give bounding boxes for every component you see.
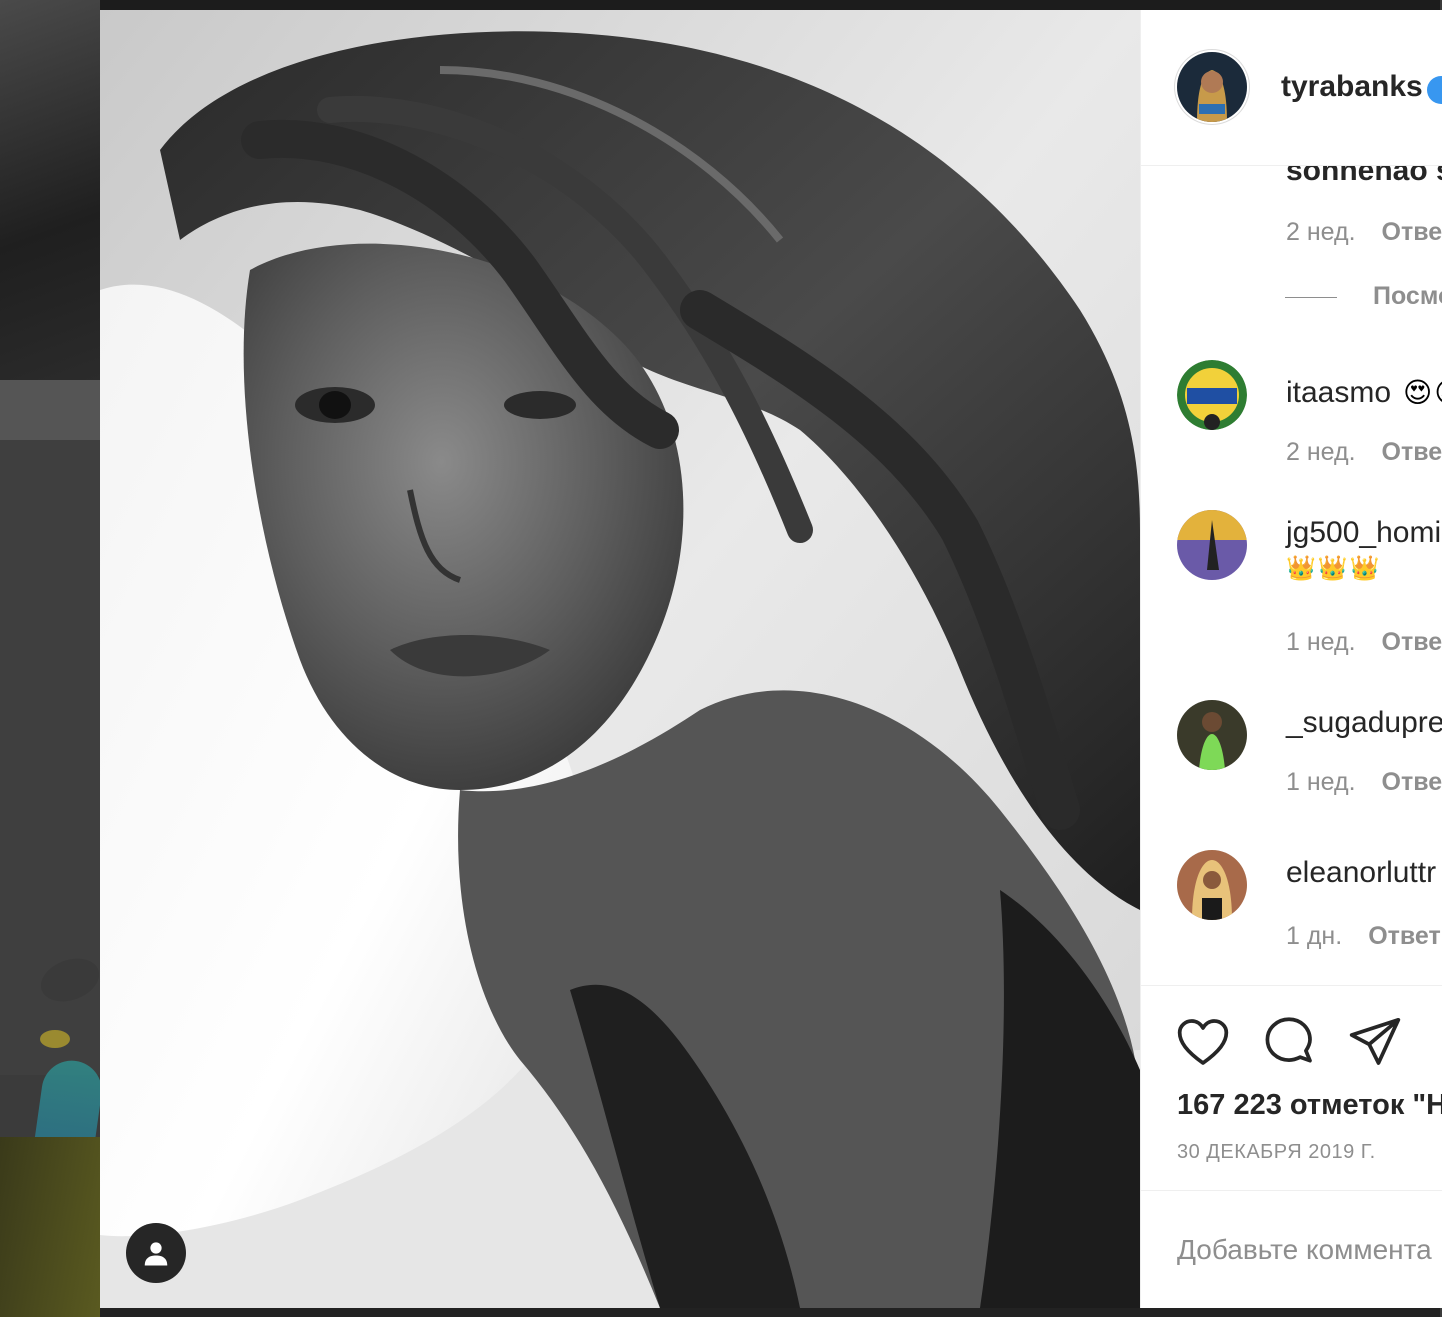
comment-meta: 2 нед. Ответ	[1286, 438, 1442, 467]
background-strip	[100, 1308, 1440, 1317]
reply-button[interactable]: Отве	[1382, 768, 1442, 796]
bird-image-part	[34, 950, 106, 1010]
likes-count[interactable]: 167 223 отметок "Н	[1177, 1089, 1442, 1122]
share-button[interactable]	[1347, 1014, 1403, 1070]
user-tag-icon	[144, 1242, 168, 1266]
background-tile[interactable]	[0, 0, 100, 380]
author-avatar[interactable]	[1177, 52, 1247, 122]
post-header: tyrabanks	[1141, 10, 1442, 166]
comment-time[interactable]: 1 дн.	[1286, 922, 1342, 950]
comment-time[interactable]: 2 нед.	[1286, 438, 1356, 466]
portrait-photo	[100, 10, 1140, 1308]
post-actions: 167 223 отметок "Н 30 ДЕКАБРЯ 2019 Г.	[1141, 985, 1442, 1196]
comment-username[interactable]: _sugadupre	[1286, 706, 1442, 740]
avatar-image	[1177, 52, 1247, 122]
post-sidebar: tyrabanks sonnenao s 2 нед.Ответ Посмо	[1140, 10, 1442, 1308]
reply-button[interactable]: Ответ	[1382, 218, 1442, 246]
post-date[interactable]: 30 ДЕКАБРЯ 2019 Г.	[1177, 1141, 1376, 1164]
background-tile[interactable]	[0, 440, 106, 1264]
comment-time[interactable]: 1 нед.	[1286, 768, 1356, 796]
comment-meta: 1 нед. Отве	[1286, 628, 1442, 657]
add-comment-input[interactable]	[1175, 1229, 1442, 1271]
leaf-image-part	[40, 1030, 70, 1048]
comment-time[interactable]: 2 нед.	[1286, 218, 1356, 246]
comment-meta: 2 нед. Ответ	[1286, 218, 1442, 247]
commenter-avatar[interactable]	[1177, 700, 1247, 770]
comment-text: 😍😍	[1403, 377, 1442, 408]
post-modal: tyrabanks sonnenao s 2 нед.Ответ Посмо	[100, 10, 1442, 1308]
reply-button[interactable]: Ответ	[1368, 922, 1441, 950]
background-tile[interactable]	[0, 380, 100, 440]
paper-plane-icon	[1349, 1017, 1401, 1065]
background-tile[interactable]	[0, 1137, 100, 1317]
comment-meta: 1 нед. Отве	[1286, 768, 1442, 797]
like-button[interactable]	[1175, 1014, 1231, 1070]
comment-button[interactable]	[1261, 1014, 1317, 1070]
verified-badge-icon	[1427, 76, 1442, 104]
avatar-image	[1177, 700, 1247, 770]
comment-username[interactable]: jg500_homi	[1286, 516, 1441, 550]
comment-bubble-icon	[1265, 1017, 1312, 1063]
comment-text: 👑👑👑	[1286, 555, 1382, 582]
commenter-avatar[interactable]	[1177, 510, 1247, 580]
tagged-users-button[interactable]	[126, 1223, 186, 1283]
reply-button[interactable]: Ответ	[1382, 438, 1442, 466]
comment-username[interactable]: eleanorluttr	[1286, 856, 1436, 890]
reply-button[interactable]: Отве	[1382, 628, 1442, 656]
avatar-image	[1177, 360, 1247, 430]
heart-icon	[1177, 1019, 1229, 1065]
comment-username[interactable]: itaasmo	[1286, 376, 1391, 410]
view-replies-label: Посмо	[1373, 282, 1442, 310]
commenter-avatar[interactable]	[1177, 360, 1247, 430]
comment-meta: 1 дн. Ответ	[1286, 922, 1441, 951]
commenter-avatar[interactable]	[1177, 850, 1247, 920]
add-comment-bar	[1141, 1190, 1442, 1308]
avatar-image	[1177, 850, 1247, 920]
background-strip	[100, 0, 1440, 10]
post-photo[interactable]	[100, 10, 1140, 1308]
view-replies-line	[1285, 296, 1337, 298]
avatar-image	[1177, 510, 1247, 580]
view-replies-button[interactable]: Посмо	[1285, 282, 1442, 311]
comment-time[interactable]: 1 нед.	[1286, 628, 1356, 656]
author-username[interactable]: tyrabanks	[1281, 70, 1423, 104]
